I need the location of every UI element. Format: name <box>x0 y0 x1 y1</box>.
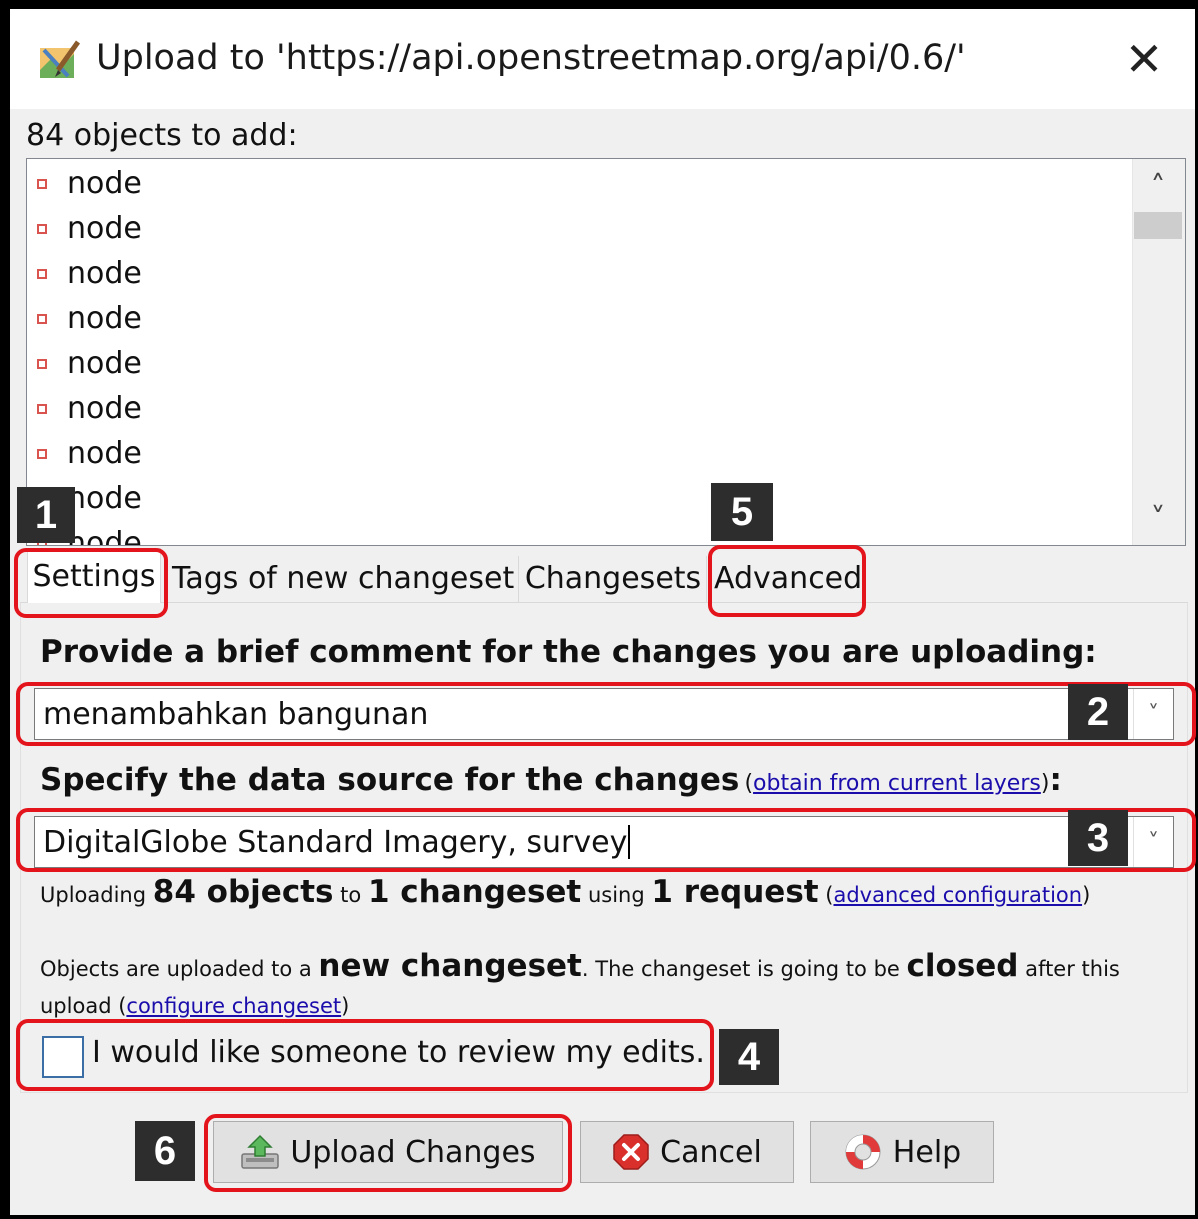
advanced-configuration-link[interactable]: advanced configuration <box>833 883 1082 907</box>
tab-separator <box>706 556 707 602</box>
chevron-down-icon[interactable]: ˅ <box>1140 502 1176 538</box>
list-item-label: node <box>67 481 142 516</box>
window-title: Upload to 'https://api.openstreetmap.org… <box>96 38 966 78</box>
list-item-label: node <box>67 526 142 546</box>
highlight-settings-tab <box>14 548 168 618</box>
list-item-label: node <box>67 211 142 246</box>
summary-text: Uploading <box>40 883 147 907</box>
configure-changeset-link[interactable]: configure changeset <box>126 994 341 1018</box>
list-item-label: node <box>67 346 142 381</box>
cancel-icon <box>613 1134 649 1170</box>
list-item[interactable]: node <box>37 206 142 251</box>
node-icon <box>37 223 47 234</box>
summary-changeset: 1 changeset <box>367 874 582 910</box>
list-item-label: node <box>67 436 142 471</box>
list-item-label: node <box>67 301 142 336</box>
annotation-badge-2: 2 <box>1068 684 1128 740</box>
list-item[interactable]: node <box>37 341 142 386</box>
window-frame-bottom <box>0 1215 1198 1219</box>
changeset-close-info: Objects are uploaded to a new changeset.… <box>40 948 1120 984</box>
close-info-text: upload <box>40 994 112 1018</box>
objects-count-label: 84 objects to add: <box>26 118 298 153</box>
highlight-upload-button <box>204 1114 572 1192</box>
close-icon[interactable]: ✕ <box>1118 34 1170 86</box>
highlight-review-checkbox <box>16 1019 714 1091</box>
summary-request: 1 request <box>651 874 819 910</box>
list-item[interactable]: node <box>37 161 142 206</box>
help-button-label: Help <box>892 1134 962 1170</box>
josm-app-icon <box>38 40 84 82</box>
annotation-badge-4: 4 <box>719 1029 779 1085</box>
node-icon <box>37 178 47 189</box>
source-heading-row: Specify the data source for the changes … <box>40 762 1062 798</box>
close-info-text: . The changeset is going to be <box>581 957 900 981</box>
obtain-from-layers-link[interactable]: obtain from current layers <box>753 771 1041 796</box>
list-item-label: node <box>67 166 142 201</box>
list-item[interactable]: node <box>37 386 142 431</box>
list-item[interactable]: node <box>37 431 142 476</box>
lifebuoy-icon <box>845 1134 881 1170</box>
source-heading: Specify the data source for the changes <box>40 762 740 798</box>
node-icon <box>37 448 47 459</box>
node-icon <box>37 268 47 279</box>
comment-heading: Provide a brief comment for the changes … <box>40 634 1097 670</box>
tab-tags-of-new-changeset[interactable]: Tags of new changeset <box>172 554 514 604</box>
changeset-close-info-line2: upload (configure changeset) <box>40 994 350 1018</box>
list-item[interactable]: node <box>37 296 142 341</box>
highlight-source-field <box>16 808 1196 872</box>
annotation-badge-5: 5 <box>711 483 773 541</box>
summary-text: using <box>587 883 645 907</box>
summary-text: to <box>340 883 362 907</box>
cancel-button[interactable]: Cancel <box>580 1121 794 1183</box>
highlight-advanced-tab <box>708 545 866 617</box>
upload-summary: Uploading 84 objects to 1 changeset usin… <box>40 874 1091 910</box>
list-item-label: node <box>67 391 142 426</box>
chevron-up-icon[interactable]: ˄ <box>1140 170 1176 206</box>
window-frame-top <box>0 0 1198 9</box>
annotation-badge-6: 6 <box>135 1121 195 1181</box>
cancel-button-label: Cancel <box>660 1134 762 1170</box>
highlight-comment-field <box>16 682 1196 746</box>
tab-separator <box>518 556 519 602</box>
list-item-label: node <box>67 256 142 291</box>
node-icon <box>37 313 47 324</box>
close-info-new-changeset: new changeset <box>318 948 582 984</box>
close-info-closed: closed <box>906 948 1019 984</box>
node-icon <box>37 358 47 369</box>
annotation-badge-1: 1 <box>17 487 75 543</box>
objects-list[interactable]: node node node node node node node node … <box>26 158 1186 546</box>
window-frame-left <box>0 0 10 1219</box>
scrollbar-thumb[interactable] <box>1134 212 1182 239</box>
list-item[interactable]: node <box>37 251 142 296</box>
tab-changesets[interactable]: Changesets <box>524 554 702 604</box>
summary-objects: 84 objects <box>152 874 334 910</box>
annotation-badge-3: 3 <box>1068 810 1128 866</box>
help-button[interactable]: Help <box>810 1121 994 1183</box>
close-info-text: after this <box>1025 957 1120 981</box>
close-info-text: Objects are uploaded to a <box>40 957 312 981</box>
node-icon <box>37 403 47 414</box>
